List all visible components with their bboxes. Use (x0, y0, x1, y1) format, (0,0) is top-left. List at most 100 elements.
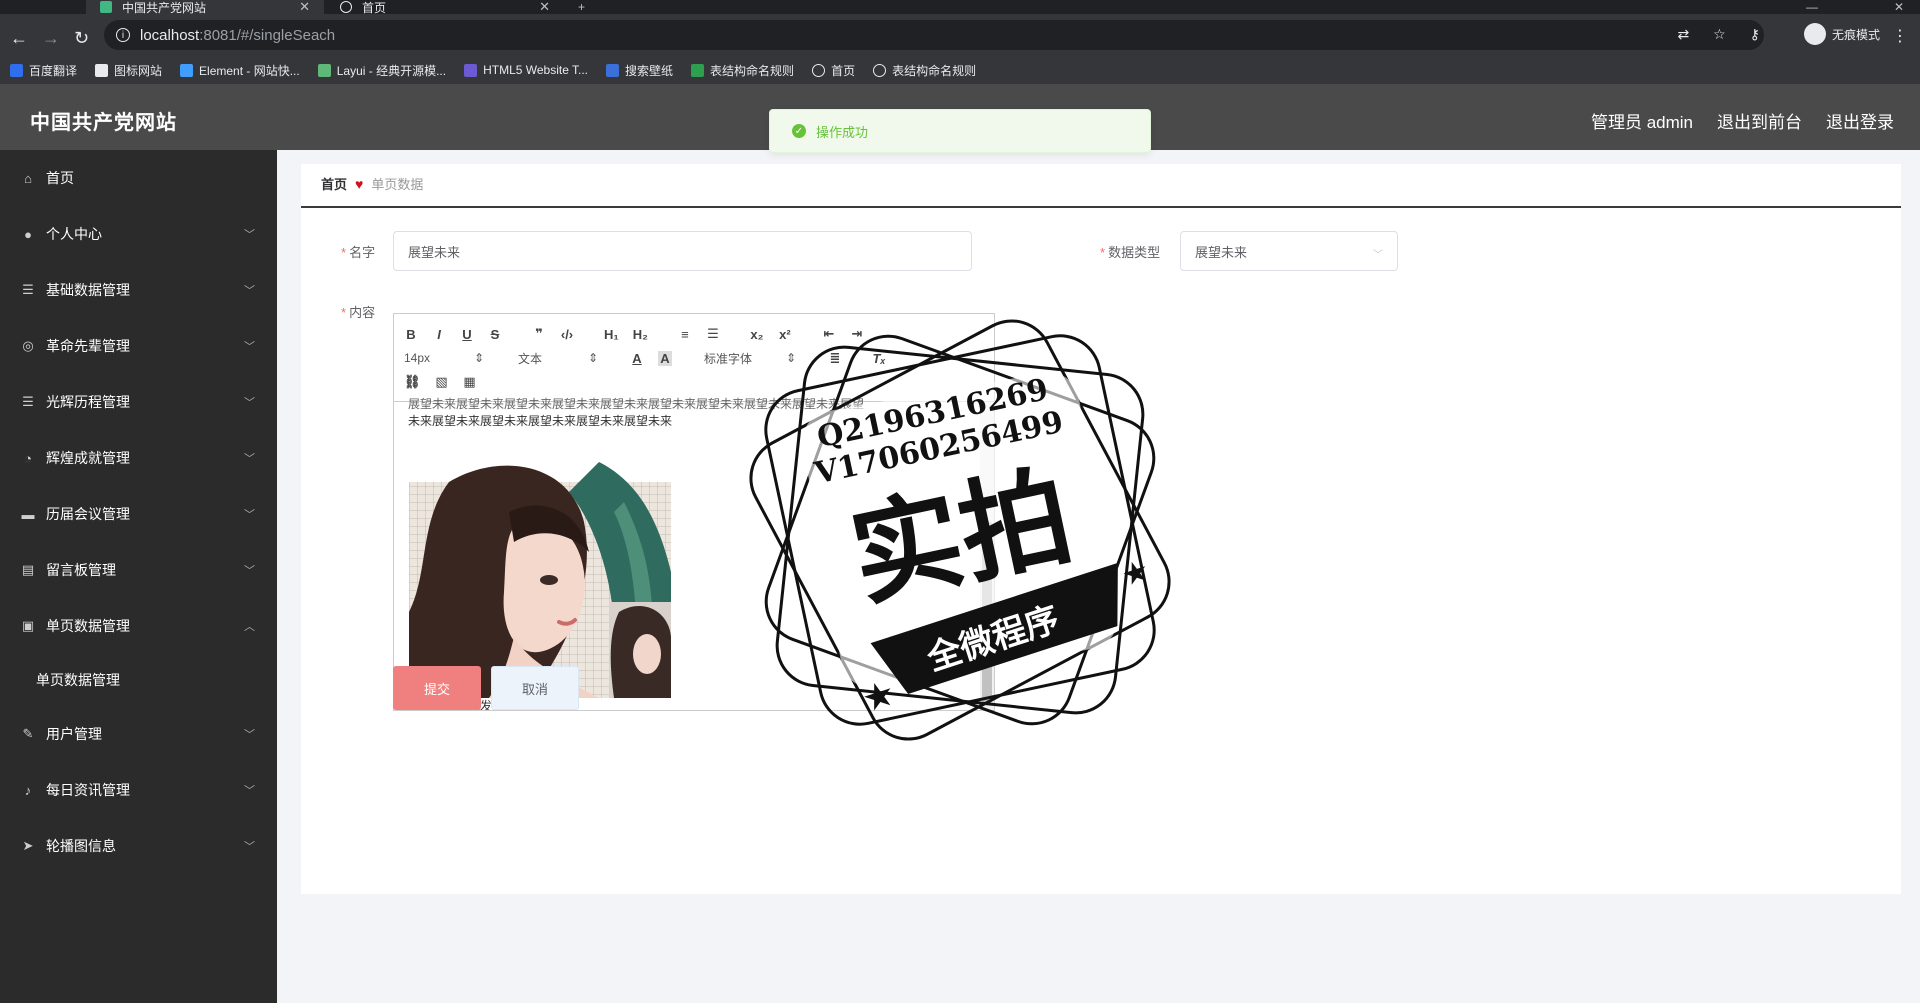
compass-icon: ◎ (22, 338, 34, 353)
breadcrumb: 首页 ♥ 单页数据 (321, 174, 423, 193)
vue-logo-icon (100, 1, 112, 13)
table-logo-icon (691, 63, 705, 77)
sidebar-item-history[interactable]: ☰ 光辉历程管理 ﹀ (0, 374, 277, 430)
site-info-icon[interactable]: i (116, 28, 130, 42)
chevron-down-icon: ﹀ (244, 397, 255, 409)
video-icon[interactable]: ▦ (463, 374, 477, 390)
logout-link[interactable]: 退出登录 (1826, 108, 1894, 133)
star-icon[interactable]: ☆ (1713, 26, 1726, 43)
bookmark-item[interactable]: 表结构命名规则 (873, 62, 976, 79)
sidebar-item-pioneers[interactable]: ◎ 革命先辈管理 ﹀ (0, 318, 277, 374)
layui-logo-icon (317, 63, 331, 77)
italic-icon[interactable]: I (432, 327, 446, 342)
code-block-icon[interactable]: ‹/› (560, 327, 574, 342)
bookmark-item[interactable]: 首页 (812, 62, 855, 79)
subscript-icon[interactable]: x₂ (750, 327, 764, 342)
close-window-icon[interactable]: ✕ (1894, 0, 1904, 14)
toast-message: 操作成功 (816, 124, 869, 140)
key-icon[interactable]: ⚷ (1750, 26, 1760, 43)
send-icon: ➤ (22, 838, 34, 853)
rich-text-editor[interactable]: B I U S ❞ ‹/› H₁ H₂ ≡ ☰ x₂ x² ⇤ ⇥ 14px ⇕ … (393, 313, 995, 711)
new-tab-icon[interactable]: + (578, 0, 585, 14)
chevron-down-icon: ﹀ (244, 785, 255, 797)
bookmark-item[interactable]: Element - 网站快... (180, 62, 300, 79)
editor-content[interactable]: 展望未来展望未来展望未来展望未来展望未来展望未来展望未来展望未来展望未来展望 未… (394, 397, 994, 710)
ordered-list-icon[interactable]: ≡ (678, 327, 692, 342)
cancel-button[interactable]: 取消 (491, 666, 579, 710)
close-tab-icon[interactable]: ✕ (299, 0, 310, 15)
translate-icon[interactable]: ⇄ (1677, 26, 1689, 43)
sidebar-item-achievements[interactable]: ◔ 辉煌成就管理 ﹀ (0, 430, 277, 486)
bullet-list-icon[interactable]: ☰ (706, 326, 720, 342)
browser-tab[interactable]: 首页 ✕ (326, 0, 564, 15)
indent-icon[interactable]: ⇥ (850, 326, 864, 342)
name-input[interactable]: 展望未来 (393, 231, 972, 271)
close-tab-icon[interactable]: ✕ (539, 0, 550, 15)
submit-button[interactable]: 提交 (393, 666, 481, 710)
sidebar-item-single-page[interactable]: ▣ 单页数据管理 ︿ (0, 598, 277, 654)
breadcrumb-home[interactable]: 首页 (321, 174, 347, 193)
strikethrough-icon[interactable]: S (488, 327, 502, 342)
success-toast: ✓ 操作成功 (769, 109, 1151, 153)
sidebar-item-news[interactable]: ♪ 每日资讯管理 ﹀ (0, 762, 277, 818)
translate-bookmark-icon (10, 63, 23, 77)
content-text-line: 展望未来展望未来展望未来展望未来展望未来展望未来展望未来展望未来展望未来展望 (408, 397, 865, 411)
back-icon[interactable]: ← (10, 28, 28, 49)
user-icon: ● (24, 226, 32, 242)
type-select[interactable]: 展望未来 ﹀ (1180, 231, 1398, 271)
scrollbar-thumb[interactable] (982, 522, 992, 702)
sidebar-item-carousel[interactable]: ➤ 轮播图信息 ﹀ (0, 818, 277, 874)
heading-2-icon[interactable]: H₂ (633, 327, 648, 342)
reload-icon[interactable]: ↻ (74, 28, 89, 49)
browser-tab-active[interactable]: 中国共产党网站 ✕ (86, 0, 324, 15)
font-family-picker[interactable]: 标准字体 ⇕ (704, 350, 796, 367)
superscript-icon[interactable]: x² (778, 327, 792, 342)
underline-icon[interactable]: U (460, 327, 474, 342)
browser-menu-icon[interactable]: ⋮ (1892, 26, 1908, 46)
outdent-icon[interactable]: ⇤ (822, 326, 836, 342)
clear-format-icon[interactable]: Tₓ (872, 351, 886, 366)
sidebar-subitem-single-page[interactable]: 单页数据管理 (0, 654, 277, 706)
background-color-icon[interactable]: A (658, 350, 672, 366)
bookmark-item[interactable]: Layui - 经典开源模... (317, 62, 446, 79)
url-path: :8081/#/singleSeach (199, 26, 336, 44)
sidebar-item-home[interactable]: ⌂ 首页 (0, 150, 277, 206)
url-input[interactable]: i localhost:8081/#/singleSeach (104, 20, 1764, 50)
sidebar-item-profile[interactable]: ● 个人中心 ﹀ (0, 206, 277, 262)
sidebar-item-meetings[interactable]: ▬ 历届会议管理 ﹀ (0, 486, 277, 542)
divider (301, 206, 1901, 208)
sidebar-item-messages[interactable]: ▤ 留言板管理 ﹀ (0, 542, 277, 598)
sidebar-item-users[interactable]: ✎ 用户管理 ﹀ (0, 706, 277, 762)
chevron-down-icon: ﹀ (244, 453, 255, 465)
minimize-icon[interactable]: — (1806, 0, 1818, 14)
incognito-badge[interactable]: 无痕模式 (1803, 23, 1880, 45)
link-icon[interactable]: ⛓ (404, 374, 421, 390)
font-color-icon[interactable]: A (630, 351, 644, 366)
bookmark-item[interactable]: HTML5 Website T... (464, 63, 588, 77)
microphone-icon: ♪ (24, 782, 32, 798)
list-icon: ☰ (22, 394, 34, 409)
main-content: 首页 ♥ 单页数据 * 名字 展望未来 * 数据类型 展望未来 ﹀ * 内容 B I … (277, 150, 1920, 1003)
exit-to-front-link[interactable]: 退出到前台 (1717, 108, 1802, 133)
edit-icon: ✎ (22, 726, 34, 741)
bookmarks-bar: 百度翻译 图标网站 Element - 网站快... Layui - 经典开源模… (0, 56, 1920, 84)
image-icon[interactable]: ▧ (435, 374, 449, 390)
bookmark-item[interactable]: 表结构命名规则 (691, 62, 794, 79)
chevron-down-icon: ﹀ (244, 509, 255, 521)
bold-icon[interactable]: B (404, 327, 418, 342)
heading-1-icon[interactable]: H₁ (604, 327, 619, 342)
chevron-up-icon: ︿ (244, 621, 255, 633)
editor-toolbar: B I U S ❞ ‹/› H₁ H₂ ≡ ☰ x₂ x² ⇤ ⇥ 14px ⇕ … (394, 314, 994, 402)
browser-tab-bar: 中国共产党网站 ✕ 首页 ✕ + — ✕ (0, 0, 1920, 15)
chevron-down-icon: ﹀ (244, 565, 255, 577)
align-icon[interactable]: ≣ (828, 350, 842, 366)
bookmark-item[interactable]: 图标网站 (95, 62, 162, 79)
forward-icon[interactable]: → (42, 28, 60, 49)
sidebar-item-base-data[interactable]: ☰ 基础数据管理 ﹀ (0, 262, 277, 318)
bookmark-item[interactable]: 搜索壁纸 (606, 62, 673, 79)
blockquote-icon[interactable]: ❞ (532, 326, 546, 342)
text-style-picker[interactable]: 文本 ⇕ (518, 350, 598, 367)
bookmark-item[interactable]: 百度翻译 (10, 62, 77, 79)
font-size-picker[interactable]: 14px ⇕ (404, 351, 484, 365)
editor-scrollbar[interactable] (980, 402, 994, 710)
